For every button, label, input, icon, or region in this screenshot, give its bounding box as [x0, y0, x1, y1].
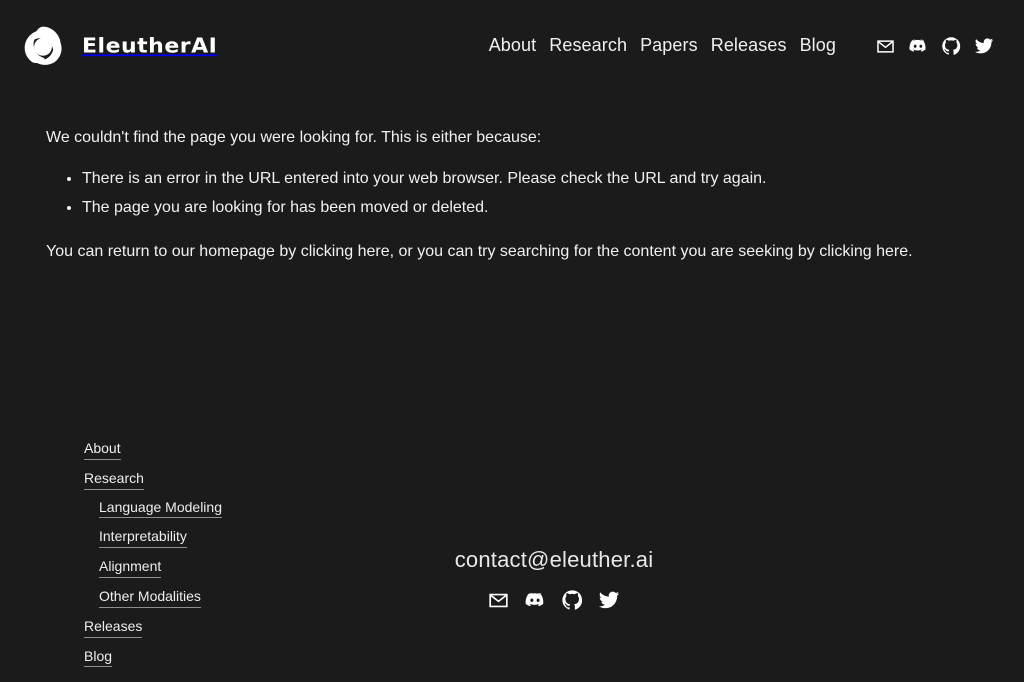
footer-item-blog[interactable]: Blog	[84, 648, 384, 668]
nav-item-about[interactable]: About	[489, 36, 537, 56]
footer-link-blog[interactable]: Blog	[84, 648, 113, 668]
footer-item-about[interactable]: About	[84, 440, 384, 460]
footer-link-language-modeling[interactable]: Language Modeling	[99, 499, 222, 519]
discord-icon[interactable]	[524, 589, 546, 611]
mail-icon[interactable]	[876, 37, 895, 56]
closing-text-part-2: , or you can try searching for the conte…	[389, 242, 877, 260]
primary-navigation: About Research Papers Releases Blog	[489, 36, 994, 56]
nav-link-papers[interactable]: Papers	[640, 35, 698, 55]
brand-wordmark: EleutherAI	[82, 34, 218, 58]
nav-link-about[interactable]: About	[489, 35, 537, 55]
search-link[interactable]: here	[876, 243, 908, 260]
discord-icon[interactable]	[908, 36, 928, 56]
closing-text-part-3: .	[908, 242, 913, 260]
nav-link-blog[interactable]: Blog	[800, 35, 836, 55]
nav-item-research[interactable]: Research	[549, 36, 627, 56]
nav-item-papers[interactable]: Papers	[640, 36, 698, 56]
brand-home-link[interactable]: EleutherAI	[22, 25, 217, 67]
footer-link-about[interactable]: About	[84, 440, 121, 460]
footer-item-releases[interactable]: Releases	[84, 618, 384, 638]
error-closing-paragraph: You can return to our homepage by clicki…	[46, 240, 976, 263]
footer-link-releases[interactable]: Releases	[84, 618, 143, 638]
homepage-link[interactable]: here	[358, 243, 390, 260]
site-header: EleutherAI About Research Papers Release…	[0, 0, 1024, 92]
contact-email-link[interactable]: contact@eleuther.ai	[455, 547, 654, 572]
nav-item-releases[interactable]: Releases	[711, 36, 787, 56]
footer-social-links	[84, 589, 1024, 611]
nav-item-blog[interactable]: Blog	[800, 36, 836, 56]
error-reason-list: There is an error in the URL entered int…	[46, 167, 976, 219]
error-reason-item: The page you are looking for has been mo…	[82, 196, 976, 219]
nav-link-releases[interactable]: Releases	[711, 35, 787, 55]
nav-link-research[interactable]: Research	[549, 35, 627, 55]
footer-contact-block: contact@eleuther.ai	[84, 547, 1024, 611]
error-lead-text: We couldn't find the page you were looki…	[46, 129, 542, 146]
mail-icon[interactable]	[488, 590, 509, 611]
nav-link-list: About Research Papers Releases Blog	[489, 36, 836, 56]
footer-inner: About Research Language Modeling Interpr…	[84, 440, 978, 682]
site-footer: About Research Language Modeling Interpr…	[0, 440, 1024, 682]
footer-link-research[interactable]: Research	[84, 470, 144, 490]
eleuther-trefoil-logo-icon	[22, 25, 64, 67]
closing-text-part-1: You can return to our homepage by clicki…	[46, 242, 358, 260]
footer-subitem-language-modeling[interactable]: Language Modeling	[99, 499, 384, 519]
header-social-links	[876, 36, 994, 56]
error-reason-item: There is an error in the URL entered int…	[82, 167, 976, 190]
error-page-content: We couldn't find the page you were looki…	[0, 92, 1024, 263]
footer-link-interpretability[interactable]: Interpretability	[99, 528, 187, 549]
github-icon[interactable]	[941, 36, 961, 56]
twitter-icon[interactable]	[598, 589, 620, 611]
twitter-icon[interactable]	[974, 36, 994, 56]
footer-subitem-interpretability[interactable]: Interpretability	[99, 528, 384, 549]
github-icon[interactable]	[561, 589, 583, 611]
